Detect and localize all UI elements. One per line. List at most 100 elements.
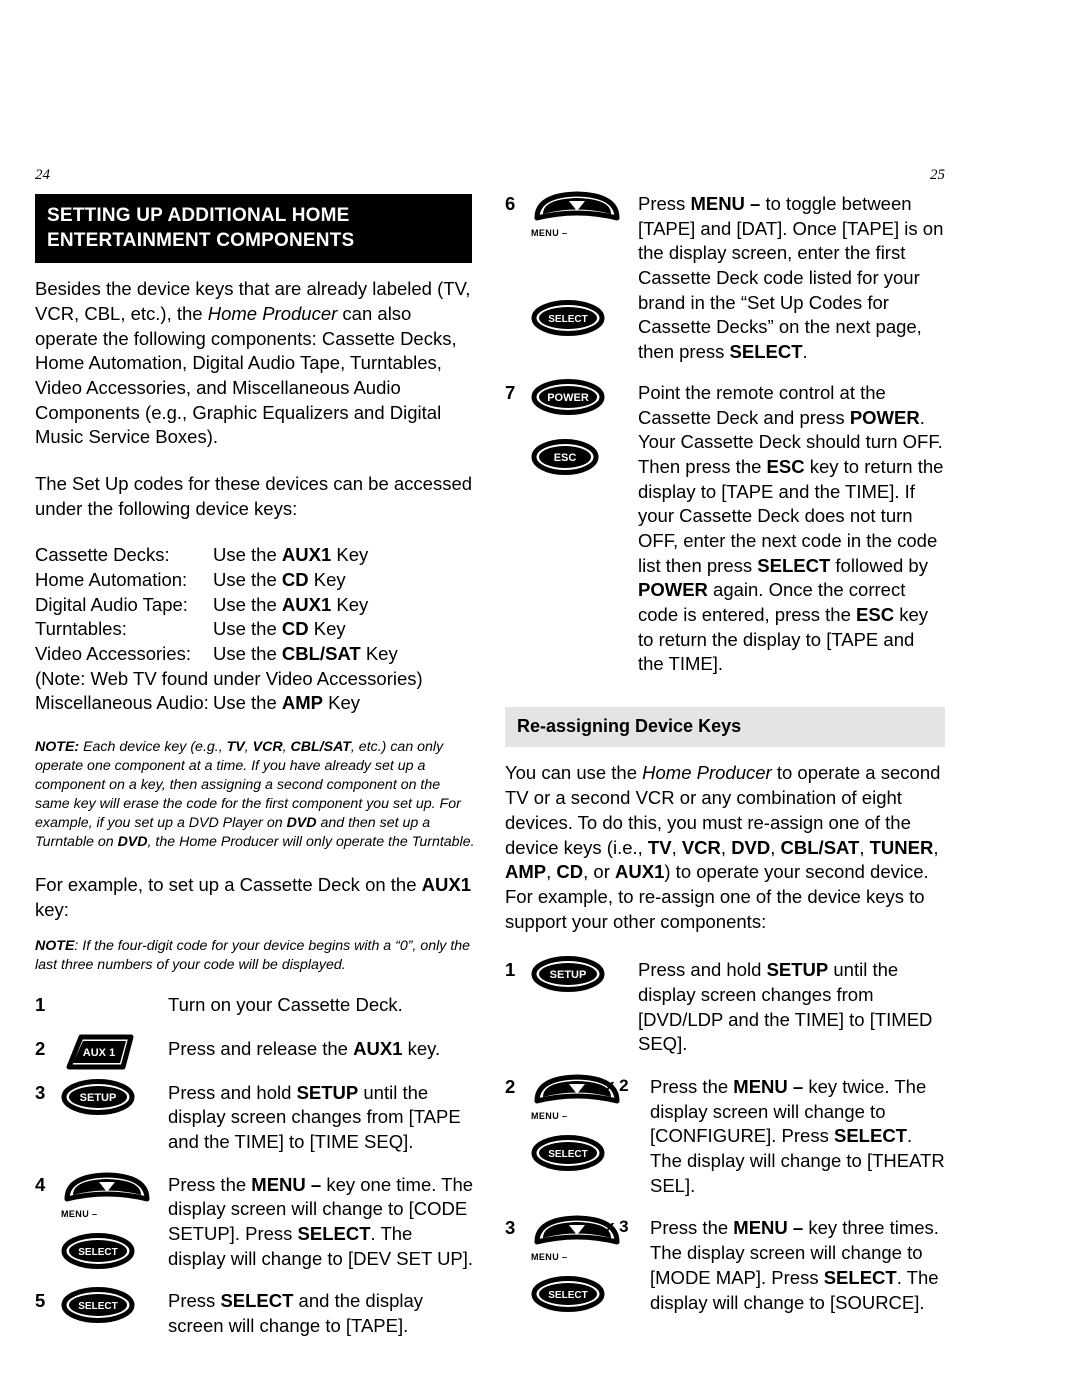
key-list-use-suffix: Key (308, 569, 346, 591)
step-number: 1 (505, 959, 516, 981)
key-list-key: CD (281, 618, 309, 640)
step-item: 5 SELECT Press SELECT and the display sc… (35, 1286, 475, 1338)
key-list-use-prefix: Use the (213, 544, 282, 566)
step-number: 3 (505, 1217, 516, 1239)
key-list-key: CD (281, 569, 309, 591)
example-text-b: key: (35, 899, 69, 921)
key-list-row: Home Automation: Use the CD Key (35, 568, 475, 593)
reassign-sep-1: , (671, 836, 682, 858)
step-text: Press the MENU – key twice. The display … (650, 1076, 945, 1196)
svg-text:AUX 1: AUX 1 (83, 1047, 115, 1059)
key-list-use-suffix: Key (360, 643, 398, 665)
note-body-a: Each device key (e.g., (79, 739, 227, 756)
inline-key-menu: MENU – (690, 193, 761, 214)
reassign-key-tuner: TUNER (869, 836, 934, 858)
svg-text:SELECT: SELECT (548, 314, 587, 325)
select-key-icon[interactable]: SELECT (61, 1232, 161, 1270)
example-text-a: For example, to set up a Cassette Deck o… (35, 874, 422, 896)
step-item: 3 MENU – SELECT x 3 Press the MENU – key… (505, 1215, 945, 1315)
inline-key-aux1: AUX1 (353, 1037, 403, 1059)
setup-key-icon[interactable]: SETUP (61, 1078, 161, 1116)
key-list-device: Turntables: (35, 618, 127, 640)
note-key-vcr: VCR (252, 739, 283, 756)
step-item: 1 SETUP Press and hold SETUP until the d… (505, 955, 945, 1057)
select-key-icon[interactable]: SELECT (531, 299, 631, 337)
key-list-device: Home Automation: (35, 569, 188, 591)
key-list-key: AUX1 (281, 544, 332, 566)
esc-key-icon[interactable]: ESC (531, 438, 631, 476)
key-list-use-prefix: Use the (213, 569, 282, 591)
key-list-use-suffix: Key (308, 618, 346, 640)
key-list-row: Cassette Decks: Use the AUX1 Key (35, 543, 475, 568)
step-item: 2 AUX 1 Press and release the AUX1 key. (35, 1034, 475, 1070)
step-icons: AUX 1 (61, 1034, 161, 1076)
step-item: 2 MENU – SELECT x 2 Press the MENU – key… (505, 1074, 945, 1198)
note-key-cblsat: CBL/SAT (290, 739, 351, 756)
key-list-key: AUX1 (281, 593, 332, 615)
svg-text:SETUP: SETUP (550, 969, 587, 981)
select-key-icon[interactable]: SELECT (531, 1275, 631, 1313)
example-intro-paragraph: For example, to set up a Cassette Deck o… (35, 873, 475, 922)
svg-text:SELECT: SELECT (78, 1301, 117, 1312)
step-text: Press MENU – to toggle between [TAPE] an… (638, 193, 944, 363)
inline-key-setup: SETUP (766, 959, 829, 981)
note-four-digit-code: NOTE: If the four-digit code for your de… (35, 937, 475, 975)
step-multiplier: x 3 (605, 1217, 629, 1237)
step-text: Press SELECT and the display screen will… (168, 1290, 424, 1337)
section-header-line-2: ENTERTAINMENT COMPONENTS (47, 230, 355, 252)
step-icons: SETUP (61, 1078, 161, 1120)
power-key-icon[interactable]: POWER (531, 378, 631, 416)
menu-minus-key-icon[interactable]: MENU – (531, 189, 623, 241)
inline-key-select: SELECT (297, 1222, 371, 1244)
step-text: Press the MENU – key one time. The displ… (168, 1173, 474, 1269)
inline-key-power: POWER (849, 406, 920, 428)
step-text: Turn on your Cassette Deck. (168, 993, 403, 1015)
svg-text:SELECT: SELECT (548, 1149, 587, 1160)
key-list-use-prefix: Use the (213, 643, 282, 665)
aux1-key-icon[interactable]: AUX 1 (61, 1034, 161, 1072)
right-page-column: 25 6 MENU – SELECT Press MENU – to toggl… (505, 168, 945, 1315)
inline-key-esc: ESC (766, 455, 805, 477)
intro-brand-name: Home Producer (207, 302, 338, 324)
step-icons: SETUP (531, 955, 631, 997)
key-list-device: Miscellaneous Audio: (35, 692, 209, 714)
section-header-line-1: SETTING UP ADDITIONAL HOME (47, 205, 350, 226)
svg-text:SETUP: SETUP (80, 1092, 117, 1104)
note-sep-1: , (244, 739, 253, 756)
note-key-dvd-2: DVD (117, 833, 148, 850)
step-text: Press and hold SETUP until the display s… (638, 959, 933, 1055)
key-list-use-prefix: Use the (213, 618, 282, 640)
step-number: 2 (505, 1076, 516, 1098)
key-list-use-prefix: Use the (213, 692, 282, 714)
key-list-webtv-note: (Note: Web TV found under Video Accessor… (35, 667, 423, 689)
select-key-icon[interactable]: SELECT (531, 1134, 631, 1172)
key-list-use-prefix: Use the (213, 593, 282, 615)
reassign-sep-4: , (859, 836, 870, 858)
step-number: 1 (35, 993, 46, 1015)
step-text: Press and release the AUX1 key. (168, 1037, 441, 1059)
codes-paragraph: The Set Up codes for these devices can b… (35, 472, 473, 519)
note-label: NOTE: (35, 739, 80, 756)
svg-text:SELECT: SELECT (548, 1290, 587, 1301)
key-list-use-suffix: Key (331, 544, 369, 566)
menu-minus-key-icon[interactable]: MENU – (61, 1170, 153, 1222)
key-list-key: CBL/SAT (281, 643, 361, 665)
step-number: 6 (505, 193, 516, 214)
step-text: Press the MENU – key three times. The di… (650, 1217, 939, 1313)
inline-key-select: SELECT (834, 1125, 907, 1147)
step-icons: SELECT (61, 1286, 161, 1328)
device-key-list: Cassette Decks: Use the AUX1 Key Home Aut… (35, 543, 475, 716)
reassign-key-cblsat: CBL/SAT (780, 836, 860, 858)
note-sep-2: , (282, 739, 291, 756)
menu-minus-key-label: MENU – (531, 1252, 568, 1263)
key-list-row: Miscellaneous Audio: Use the AMP Key (35, 691, 475, 716)
reassign-sep-3: , (770, 836, 781, 858)
note-key-dvd-1: DVD (286, 814, 317, 831)
manual-spread: 24 SETTING UP ADDITIONAL HOME ENTERTAINM… (0, 0, 1080, 1397)
key-list-use-suffix: Key (323, 692, 361, 714)
step-multiplier: x 2 (605, 1076, 629, 1096)
svg-text:ESC: ESC (554, 452, 577, 464)
reassign-key-tv: TV (647, 836, 672, 858)
select-key-icon[interactable]: SELECT (61, 1286, 161, 1324)
setup-key-icon[interactable]: SETUP (531, 955, 631, 993)
